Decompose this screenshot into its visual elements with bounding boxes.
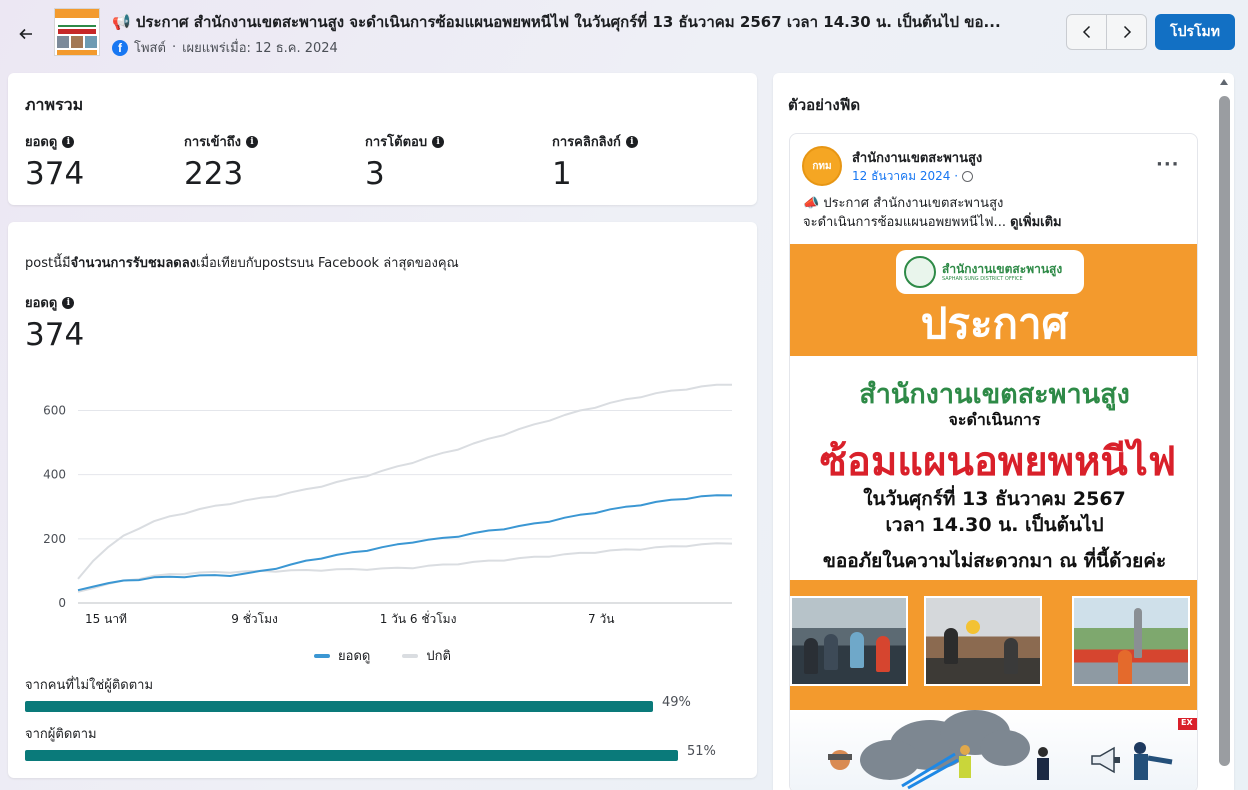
legend-label: ปกติ	[426, 649, 451, 664]
chevron-right-icon	[1123, 25, 1131, 39]
district-seal-icon	[904, 256, 936, 288]
post-date: 12 ธันวาคม 2024 ·	[852, 167, 974, 186]
next-post-button[interactable]	[1106, 15, 1146, 49]
y-tick-label: 200	[43, 532, 66, 546]
info-icon[interactable]: i	[246, 135, 259, 148]
meta-separator: ·	[171, 40, 177, 55]
firefighter-figure	[1134, 742, 1173, 780]
feed-preview-card: ตัวอย่างฟีด กทม สำนักงานเขตสะพานสูง 12 ธ…	[773, 73, 1234, 790]
more-options-button[interactable]: ···	[1156, 154, 1180, 175]
poster-apology: ขออภัยในความไม่สะดวกมา ณ ที่นี้ด้วยค่ะ	[822, 550, 1167, 572]
drill-photo	[924, 596, 1042, 686]
post-type: โพสต์	[134, 41, 166, 56]
post-text-line2: จะดำเนินการซ้อมแผนอพยพหนีไฟ...	[803, 215, 1006, 230]
x-tick-label: 7 วัน	[588, 612, 614, 626]
metric-views: ยอดดู i 374	[25, 131, 84, 192]
badge-office-name: สำนักงานเขตสะพานสูง	[942, 261, 1063, 276]
metric-label: การคลิกลิงก์	[552, 135, 621, 150]
metric-value: 1	[552, 156, 572, 192]
top-bar: 📢 ประกาศ สำนักงานเขตสะพานสูง จะดำเนินการ…	[0, 0, 1248, 66]
scrollbar[interactable]	[1217, 79, 1231, 790]
info-icon[interactable]: i	[62, 135, 75, 148]
badge-office-sub: SAPHAN SUNG DISTRICT OFFICE	[942, 275, 1023, 282]
legend-item-typical[interactable]: ปกติ	[402, 645, 451, 666]
non-follower-breakdown: จากคนที่ไม่ใช่ผู้ติดตาม	[25, 674, 720, 712]
see-more-link[interactable]: ดูเพิ่มเติม	[1010, 215, 1061, 230]
feed-preview-title: ตัวอย่างฟีด	[788, 96, 861, 114]
published-date: เผยแพร่เมื่อ: 12 ธ.ค. 2024	[182, 41, 338, 56]
arrow-left-icon	[19, 28, 32, 40]
views-line-chart: 0 200 400 600 15 นาที 9 ชั่วโมง 1 วัน 6 ชั่วโม…	[43, 383, 733, 626]
metric-label: การโต้ตอบ	[365, 135, 428, 150]
drill-photo	[790, 596, 908, 686]
exit-sign: EX	[1178, 718, 1197, 730]
legend-swatch-views	[314, 653, 331, 658]
follower-breakdown: จากผู้ติดตาม	[25, 723, 720, 761]
metric-value: 223	[184, 156, 244, 192]
facebook-icon: f	[112, 39, 128, 56]
legend-swatch-typical	[402, 653, 419, 658]
post-text: 📣 ประกาศ สำนักงานเขตสะพานสูง จะดำเนินการ…	[803, 194, 1183, 232]
scroll-up-arrow-icon[interactable]	[1220, 79, 1228, 85]
person-figure	[1037, 747, 1049, 780]
metric-value: 3	[365, 156, 385, 192]
series-line-typical[interactable]	[77, 542, 733, 593]
bar-label: จากผู้ติดตาม	[25, 727, 97, 742]
bar-track	[25, 701, 720, 712]
poster-announce: ประกาศ	[920, 299, 1069, 348]
promote-button[interactable]: โปรโมท	[1155, 14, 1235, 50]
chart-legend: ยอดดู ปกติ	[8, 645, 757, 666]
firefighter-figure	[828, 750, 852, 770]
evacuation-illustration: EX	[790, 710, 1197, 790]
bar-percent: 51%	[687, 744, 716, 759]
post-text-line2-wrap: จะดำเนินการซ้อมแผนอพยพหนีไฟ... ดูเพิ่มเต…	[803, 213, 1183, 232]
metric-link-clicks: การคลิกลิงก์ i 1	[552, 131, 638, 192]
x-tick-label: 1 วัน 6 ชั่วโมง	[380, 610, 457, 626]
overview-title: ภาพรวม	[25, 95, 84, 114]
office-badge: สำนักงานเขตสะพานสูง SAPHAN SUNG DISTRICT…	[896, 250, 1084, 294]
post-text-line1: 📣 ประกาศ สำนักงานเขตสะพานสูง	[803, 196, 1004, 211]
metric-interactions: การโต้ตอบ i 3	[365, 131, 445, 192]
post-thumbnail	[54, 8, 100, 56]
post-date-text[interactable]: 12 ธันวาคม 2024 ·	[852, 167, 958, 186]
overview-card: ภาพรวม ยอดดู i 374 การเข้าถึง i 223 การโต้…	[8, 73, 757, 205]
performance-card: postนี้มีจำนวนการรับชมลดลงเมื่อเทียบกับp…	[8, 222, 757, 778]
metric-reach: การเข้าถึง i 223	[184, 131, 259, 192]
metric-label: การเข้าถึง	[184, 135, 242, 150]
facebook-post-preview: กทม สำนักงานเขตสะพานสูง 12 ธันวาคม 2024 …	[789, 133, 1198, 790]
back-button[interactable]	[12, 20, 40, 48]
bar-fill	[25, 750, 678, 761]
info-icon[interactable]: i	[432, 135, 445, 148]
y-tick-label: 0	[58, 596, 66, 610]
y-tick-label: 600	[43, 404, 66, 418]
post-navigation	[1066, 14, 1147, 50]
scrollbar-thumb[interactable]	[1219, 96, 1230, 766]
series-line-views[interactable]	[77, 494, 733, 592]
bar-label: จากคนที่ไม่ใช่ผู้ติดตาม	[25, 678, 154, 693]
bar-fill	[25, 701, 653, 712]
post-title: 📢 ประกาศ สำนักงานเขตสะพานสูง จะดำเนินการ…	[112, 13, 1001, 31]
post-image[interactable]: สำนักงานเขตสะพานสูง SAPHAN SUNG DISTRICT…	[790, 244, 1197, 790]
chevron-left-icon	[1082, 25, 1090, 39]
legend-label: ยอดดู	[338, 649, 371, 664]
bar-track	[25, 750, 720, 761]
page-name[interactable]: สำนักงานเขตสะพานสูง	[852, 147, 982, 168]
previous-post-button[interactable]	[1067, 15, 1106, 49]
legend-item-views[interactable]: ยอดดู	[314, 645, 370, 666]
y-tick-label: 400	[43, 468, 66, 482]
x-tick-label: 9 ชั่วโมง	[231, 610, 278, 626]
poster-time: เวลา 14.30 น. เป็นต้นไป	[885, 514, 1104, 536]
metric-value: 374	[25, 156, 85, 192]
globe-icon	[962, 171, 974, 182]
metric-label: ยอดดู	[25, 135, 58, 150]
post-meta: f โพสต์ · เผยแพร่เมื่อ: 12 ธ.ค. 2024	[112, 37, 338, 58]
info-icon[interactable]: i	[625, 135, 638, 148]
water-hose-icon	[901, 752, 959, 790]
drill-photo	[1072, 596, 1190, 686]
bar-percent: 49%	[662, 695, 691, 710]
page-avatar[interactable]: กทม	[802, 146, 842, 186]
x-tick-label: 15 นาที	[85, 612, 127, 626]
